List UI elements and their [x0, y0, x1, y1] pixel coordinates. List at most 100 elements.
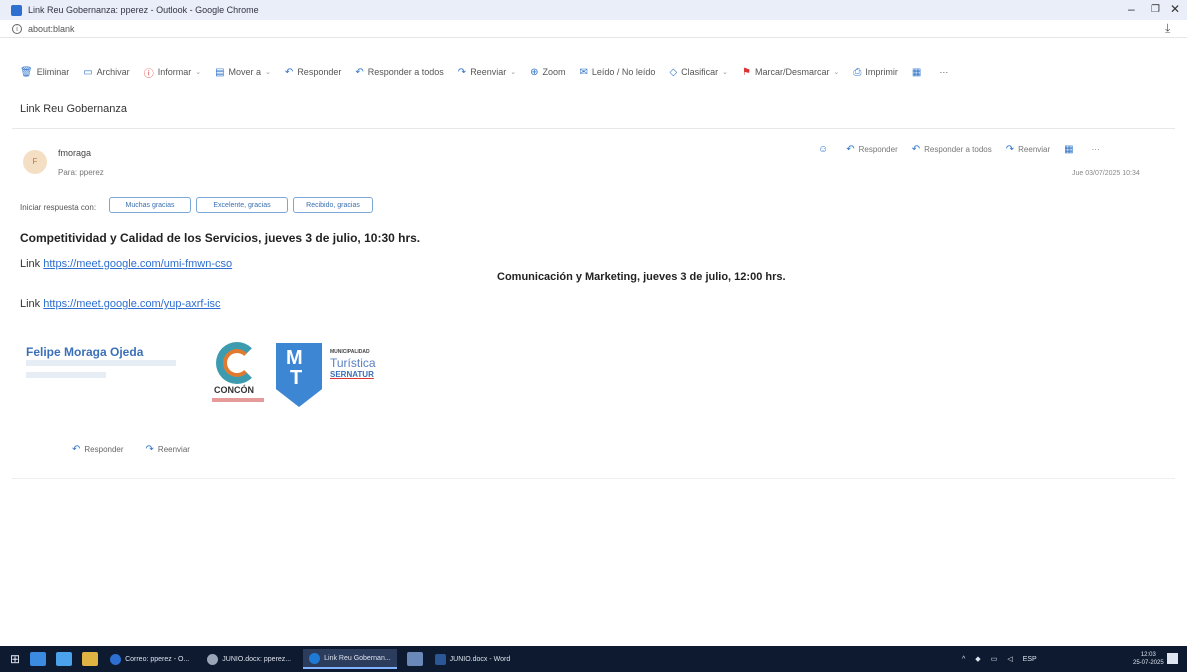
reply-icon: ↶ [72, 444, 81, 455]
taskbar-task-word[interactable]: JUNIO.docx - Word [429, 649, 517, 669]
close-icon[interactable]: ✕ [1170, 2, 1180, 16]
message-actions: ☺ ↶ Responder ↶ Responder a todos ↷ Reen… [818, 144, 1114, 155]
reply-inline-button[interactable]: ↶ Responder [846, 144, 898, 155]
taskbar-task-outlook[interactable]: Correo: pperez - O... [104, 649, 195, 669]
quick-reply-button[interactable]: Recibido, gracias [293, 197, 373, 213]
info-icon[interactable]: i [12, 23, 22, 34]
link-prefix: Link [20, 258, 41, 270]
url-text[interactable]: about:blank [28, 24, 75, 34]
signature-faded-line [26, 360, 176, 366]
windows-taskbar: ⊞ Correo: pperez - O... JUNIO.docx: pper… [0, 646, 1187, 672]
print-icon: ⎙ [853, 66, 862, 78]
language-indicator[interactable]: ESP [1023, 656, 1037, 663]
zoom-label: Zoom [542, 67, 566, 77]
chevron-down-icon: ⌄ [833, 69, 840, 76]
read-unread-button[interactable]: ✉ Leído / No leído [580, 67, 656, 78]
print-button[interactable]: ⎙ Imprimir [853, 67, 898, 78]
zoom-icon: ⊕ [530, 66, 539, 78]
signature-faded-line [26, 372, 106, 378]
reply-all-inline-button[interactable]: ↶ Responder a todos [912, 144, 992, 155]
more-inline-button[interactable]: ··· [1092, 145, 1100, 154]
link-prefix: Link [20, 298, 41, 310]
windows-start-icon[interactable]: ⊞ [10, 652, 20, 666]
read-unread-icon: ✉ [579, 66, 588, 78]
sernatur-line-1: MUNICIPALIDAD [330, 349, 370, 355]
edge-icon[interactable] [56, 652, 73, 666]
report-button[interactable]: ⓘ Informar ⌄ [144, 65, 201, 80]
search-icon[interactable] [30, 652, 47, 666]
reply-all-icon: ↶ [911, 144, 921, 155]
notifications-icon[interactable] [1167, 653, 1178, 664]
address-bar[interactable]: i about:blank ⤓ [0, 20, 1187, 38]
categorize-label: Clasificar [681, 67, 719, 77]
meeting-2-link[interactable]: https://meet.google.com/yup-axrf-isc [43, 298, 220, 310]
archive-icon: ▭ [83, 66, 93, 78]
show-hidden-icon[interactable]: ^ [962, 656, 965, 663]
reply-all-inline-label: Responder a todos [924, 145, 992, 154]
task-label: JUNIO.docx: pperez... [222, 655, 292, 663]
flag-icon: ⚑ [742, 66, 751, 78]
flag-button[interactable]: ⚑ Marcar/Desmarcar ⌄ [742, 67, 839, 78]
categorize-button[interactable]: ◇ Clasificar ⌄ [669, 67, 728, 78]
more-actions-button[interactable]: ··· [939, 67, 948, 77]
shield-icon[interactable]: ◆ [975, 655, 980, 663]
delete-label: Eliminar [36, 67, 70, 77]
move-icon: ▤ [215, 66, 225, 78]
delete-button[interactable]: 🗑 Eliminar [20, 67, 69, 78]
meeting-1-text: Competitividad y Calidad de los Servicio… [20, 231, 421, 245]
more-icon: ··· [939, 67, 949, 77]
forward-inline-label: Reenviar [1018, 145, 1051, 154]
bottom-reply-button[interactable]: ↶ Responder [72, 444, 124, 455]
concon-logo: CONCÓN [208, 342, 268, 406]
message-toolbar: 🗑 Eliminar ▭ Archivar ⓘ Informar ⌄ ▤ Mov… [0, 60, 1187, 84]
volume-icon[interactable]: ◁ [1007, 655, 1012, 663]
concon-logo-text: CONCÓN [214, 385, 254, 395]
download-icon[interactable]: ⤓ [1165, 21, 1170, 36]
task-label: JUNIO.docx - Word [449, 655, 511, 663]
zoom-button[interactable]: ⊕ Zoom [530, 67, 565, 78]
chevron-down-icon: ⌄ [195, 69, 202, 76]
divider [12, 128, 1175, 129]
read-unread-label: Leído / No leído [591, 67, 656, 77]
bottom-forward-button[interactable]: ↷ Reenviar [146, 444, 190, 455]
emoji-button[interactable]: ☺ [818, 144, 832, 155]
quick-reply-button[interactable]: Muchas gracias [109, 197, 191, 213]
forward-button[interactable]: ↷ Reenviar ⌄ [458, 67, 516, 78]
minimize-icon[interactable]: – [1128, 2, 1135, 16]
network-icon[interactable]: ▭ [991, 655, 998, 663]
move-to-button[interactable]: ▤ Mover a ⌄ [215, 67, 271, 78]
move-to-label: Mover a [228, 67, 262, 77]
taskbar-task-link-reu[interactable]: Link Reu Gobernan... [303, 649, 397, 669]
meeting-2-text: Comunicación y Marketing, jueves 3 de ju… [497, 271, 786, 283]
file-explorer-icon[interactable] [82, 652, 99, 666]
message-date: Jue 03/07/2025 10:34 [1072, 170, 1140, 177]
clock-time: 12:03 [1140, 652, 1156, 658]
bottom-reply-label: Responder [84, 445, 124, 454]
reply-all-label: Responder a todos [367, 67, 444, 77]
immersive-reader-button[interactable]: ▦ [912, 67, 925, 78]
quick-reply-button[interactable]: Excelente, gracias [196, 197, 288, 213]
window-title-bar: Link Reu Gobernanza: pperez - Outlook - … [0, 0, 1187, 20]
taskbar-task-docx[interactable]: JUNIO.docx: pperez... [201, 649, 297, 669]
grid-view-button[interactable]: ▦ [1064, 144, 1077, 155]
archive-label: Archivar [96, 67, 130, 77]
chrome-icon [207, 653, 219, 665]
report-label: Informar [157, 67, 192, 77]
reply-label: Responder [297, 67, 342, 77]
chevron-down-icon: ⌄ [265, 69, 271, 76]
reply-button[interactable]: ↶ Responder [285, 67, 341, 78]
trash-icon: 🗑 [20, 66, 33, 78]
meeting-1-link[interactable]: https://meet.google.com/umi-fmwn-cso [43, 258, 232, 270]
reply-all-button[interactable]: ↶ Responder a todos [355, 67, 443, 78]
bottom-actions: ↶ Responder ↷ Reenviar [72, 444, 212, 455]
app-icon[interactable] [406, 652, 423, 666]
archive-button[interactable]: ▭ Archivar [83, 67, 129, 78]
sender-name[interactable]: fmoraga [58, 148, 91, 158]
avatar[interactable]: F [23, 150, 47, 174]
restore-icon[interactable]: ❐ [1151, 4, 1160, 15]
taskbar-clock[interactable]: 12:03 25-07-2025 [1133, 651, 1164, 667]
forward-inline-button[interactable]: ↷ Reenviar [1006, 144, 1050, 155]
chevron-down-icon: ⌄ [510, 69, 517, 76]
window-title: Link Reu Gobernanza: pperez - Outlook - … [28, 5, 259, 15]
more-icon: ··· [1091, 145, 1100, 154]
